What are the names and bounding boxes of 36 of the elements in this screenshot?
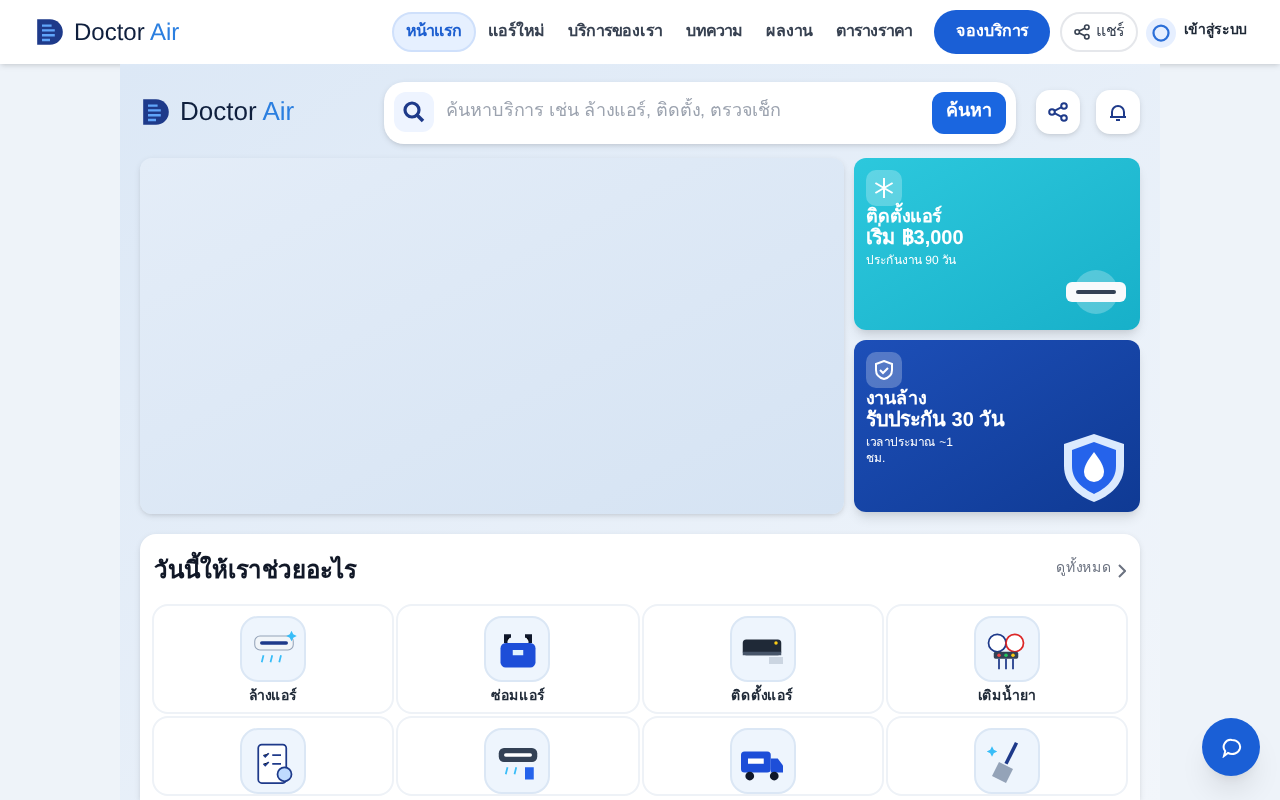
shield-drop-icon — [1060, 432, 1128, 504]
search-icon — [402, 100, 426, 124]
promo-title: ติดตั้งแอร์ — [866, 206, 944, 226]
search-button[interactable]: ค้นหา — [932, 91, 1006, 133]
user-icon[interactable] — [1146, 17, 1176, 47]
nav-tab[interactable]: หน้าแรก — [392, 12, 476, 52]
chevron-right-icon — [1118, 563, 1126, 577]
promo-headline: รับประกัน 30 วัน — [866, 410, 1008, 432]
nav-tab[interactable]: บทความ — [674, 12, 754, 52]
nav-tab[interactable]: แอร์ใหม่ — [476, 12, 556, 52]
share-button[interactable]: แชร์ — [1060, 12, 1138, 52]
snowflake-icon — [874, 178, 894, 198]
bell-icon — [1108, 102, 1128, 122]
chat-button[interactable] — [1202, 718, 1260, 776]
brand-name: Doctor Air — [180, 94, 295, 131]
logo-icon — [140, 96, 172, 128]
share-icon — [1074, 24, 1090, 40]
logo-icon — [34, 16, 66, 48]
share-icon — [1048, 102, 1068, 122]
chat-icon — [1221, 737, 1241, 757]
book-button[interactable]: จองบริการ — [934, 10, 1050, 54]
share-button[interactable] — [1036, 90, 1080, 134]
service-tile[interactable] — [641, 716, 884, 796]
nav-tab[interactable]: บริการของเรา — [556, 12, 674, 52]
shield-check-icon — [874, 360, 894, 380]
service-tile[interactable] — [396, 716, 639, 796]
nav-tab[interactable]: ตารางราคา — [824, 12, 924, 52]
service-tile[interactable] — [152, 716, 395, 796]
notification-button[interactable] — [1096, 90, 1140, 134]
service-tile[interactable] — [885, 716, 1128, 796]
promo-title: งานล้าง — [866, 388, 928, 409]
nav-tab[interactable]: ผลงาน — [754, 12, 824, 52]
section-title: วันนี้ให้เราช่วยอะไร — [154, 552, 356, 588]
brand-name: Doctor Air — [74, 16, 180, 50]
promo-headline: เริ่ม ฿3,000 — [866, 228, 1042, 250]
air-conditioner-icon — [1060, 270, 1132, 314]
